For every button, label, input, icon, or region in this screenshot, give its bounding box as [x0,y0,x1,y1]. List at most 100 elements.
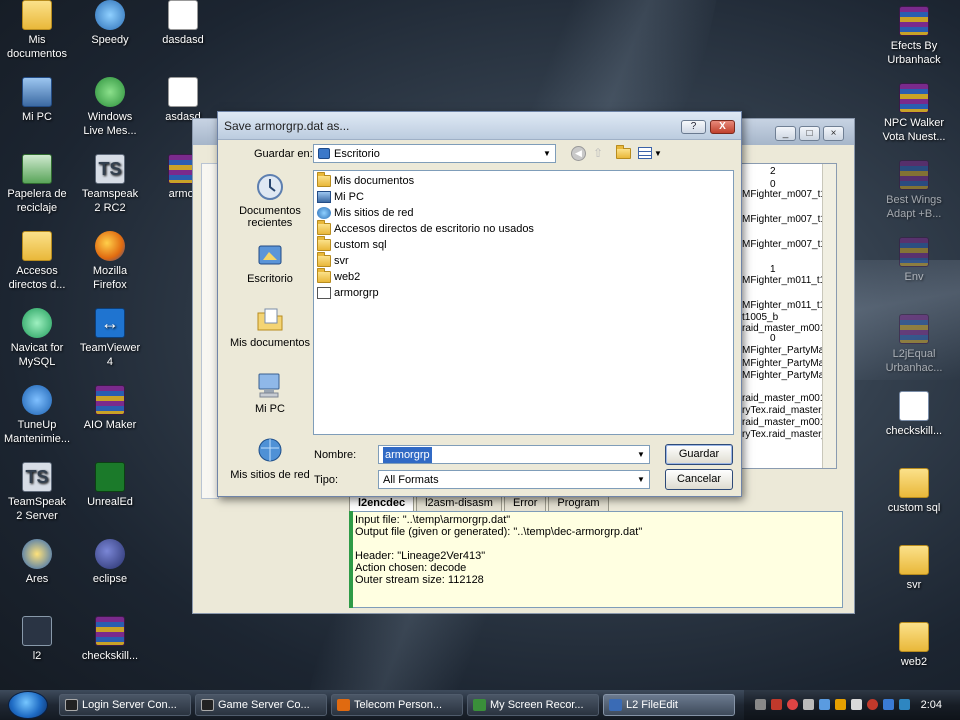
desktop-icon-item[interactable]: TS TeamSpeak 2 Server [0,462,76,523]
file-name: Mi PC [334,191,364,203]
folder-icon [899,468,929,498]
desktop-icon-item[interactable]: Mozilla Firefox [71,231,149,292]
taskbar: Login Server Con... Game Server Co... Tele… [0,690,960,720]
script-file-icon [168,0,198,30]
desktop-icon-item[interactable]: Speedy [71,0,149,47]
file-list-item[interactable]: armorgrp [317,285,379,301]
list-line: 0 [770,333,776,344]
tab-error[interactable]: Error [503,495,547,511]
close-button[interactable]: × [823,126,844,141]
desktop-icon-item[interactable]: TS Teamspeak 2 RC2 [71,154,149,215]
file-name: custom sql [334,239,387,251]
globe-network-icon [95,0,125,30]
chevron-down-icon[interactable]: ▼ [635,448,647,461]
rar-archive-icon [899,237,929,267]
file-list-item[interactable]: web2 [317,268,360,285]
desktop-icon-item[interactable]: UnrealEd [71,462,149,509]
desktop-icon-item[interactable]: Best Wings Adapt +B... [875,160,953,221]
filename-field[interactable]: armorgrp ▼ [378,445,650,464]
maximize-button[interactable]: □ [799,126,820,141]
place-label: Mis documentos [229,337,311,349]
tray-icon[interactable] [787,699,798,710]
desktop-icon-item[interactable]: svr [875,545,953,592]
desktop-icon-item[interactable]: Mi PC [0,77,76,124]
tab-l2asm-disasm[interactable]: l2asm-disasm [416,495,502,511]
chevron-down-icon[interactable]: ▼ [654,149,662,158]
view-menu-icon[interactable] [638,147,652,159]
place-recent-documents[interactable]: Documentos recientes [226,172,314,229]
tray-icon[interactable] [867,699,878,710]
file-list[interactable]: Mis documentos Mi PC Mis sitios de red Acce… [313,170,734,435]
desktop-icon-label: checkskill... [81,650,139,662]
place-my-documents[interactable]: Mis documentos [226,304,314,349]
desktop-icon-label: Mis documentos [7,34,67,60]
desktop-icon-item[interactable]: checkskill... [71,616,149,663]
lineage-icon [22,616,52,646]
tray-icon[interactable] [851,699,862,710]
filetype-dropdown[interactable]: All Formats ▼ [378,470,650,489]
help-button[interactable]: ? [681,120,706,134]
desktop-icon-item[interactable]: Efects By Urbanhack [875,6,953,67]
tray-icon[interactable] [899,699,910,710]
desktop-icon-label: Teamspeak 2 RC2 [81,188,139,214]
tray-icon[interactable] [755,699,766,710]
desktop-icon-item[interactable]: checkskill... [875,391,953,438]
dialog-close-button[interactable]: X [710,120,735,134]
tray-icon[interactable] [803,699,814,710]
tab-l2encdec[interactable]: l2encdec [349,495,415,511]
desktop-icon-item[interactable]: Ares [0,539,76,586]
tray-icon[interactable] [835,699,846,710]
output-line: Header: "Lineage2Ver413" [355,550,486,562]
taskbar-button[interactable]: Game Server Co... [195,694,327,716]
save-in-dropdown[interactable]: Escritorio ▼ [313,144,556,163]
minimize-button[interactable]: _ [775,126,796,141]
new-folder-icon[interactable] [616,145,631,159]
up-folder-icon[interactable]: ⇧ [593,146,607,160]
desktop-icon-item[interactable]: Mis documentos [0,0,76,61]
record-list[interactable]: 2 0 MFighter_m007_t1006 MFighter_m007_t1006… [741,163,837,469]
back-icon[interactable]: ◀ [571,146,586,161]
clock[interactable]: 2:04 [921,699,942,711]
desktop-icon-item[interactable]: asdasd [144,77,222,124]
output-log[interactable]: Input file: "..\temp\armorgrp.dat" Outpu… [349,511,843,608]
desktop-icon-item[interactable]: ↔ TeamViewer 4 [71,308,149,369]
desktop-icon-item[interactable]: eclipse [71,539,149,586]
list-scrollbar[interactable] [822,164,836,468]
file-list-item[interactable]: custom sql [317,236,387,253]
save-button[interactable]: Guardar [665,444,733,465]
desktop-icon-item[interactable]: l2 [0,616,76,663]
tab-program[interactable]: Program [548,495,609,511]
cancel-button[interactable]: Cancelar [665,469,733,490]
desktop-icon-label: Mi PC [22,111,52,123]
file-list-item[interactable]: Mis documentos [317,172,414,189]
desktop-icon-item[interactable]: Windows Live Mes... [71,77,149,138]
desktop-icon-item[interactable]: TuneUp Mantenimie... [0,385,76,446]
place-desktop[interactable]: Escritorio [226,240,314,285]
taskbar-button[interactable]: My Screen Recor... [467,694,599,716]
file-list-item[interactable]: Accesos directos de escritorio no usados [317,220,534,237]
place-my-computer[interactable]: Mi PC [226,370,314,415]
taskbar-button[interactable]: Login Server Con... [59,694,191,716]
start-button[interactable] [8,691,48,719]
tray-icon[interactable] [883,699,894,710]
file-list-item[interactable]: Mis sitios de red [317,205,413,221]
desktop-icon-item[interactable]: L2jEqual Urbanhac... [875,314,953,375]
file-list-item[interactable]: svr [317,252,349,269]
desktop-icon-item[interactable]: dasdasd [144,0,222,47]
folder-icon [899,622,929,652]
desktop-icon-item[interactable]: custom sql [875,468,953,515]
tray-icon[interactable] [771,699,782,710]
file-list-item[interactable]: Mi PC [317,189,364,205]
desktop-icon-item[interactable]: Navicat for MySQL [0,308,76,369]
desktop-icon-item[interactable]: AIO Maker [71,385,149,432]
taskbar-button[interactable]: Telecom Person... [331,694,463,716]
taskbar-button[interactable]: L2 FileEdit [603,694,735,716]
desktop-icon-item[interactable]: Papelera de reciclaje [0,154,76,215]
desktop-icon-item[interactable]: Env [875,237,953,284]
place-network[interactable]: Mis sitios de red [226,436,314,481]
tray-icon[interactable] [819,699,830,710]
desktop-icon-item[interactable]: Accesos directos d... [0,231,76,292]
desktop-icon-item[interactable]: web2 [875,622,953,669]
desktop-icon-item[interactable]: NPC Walker Vota Nuest... [875,83,953,144]
